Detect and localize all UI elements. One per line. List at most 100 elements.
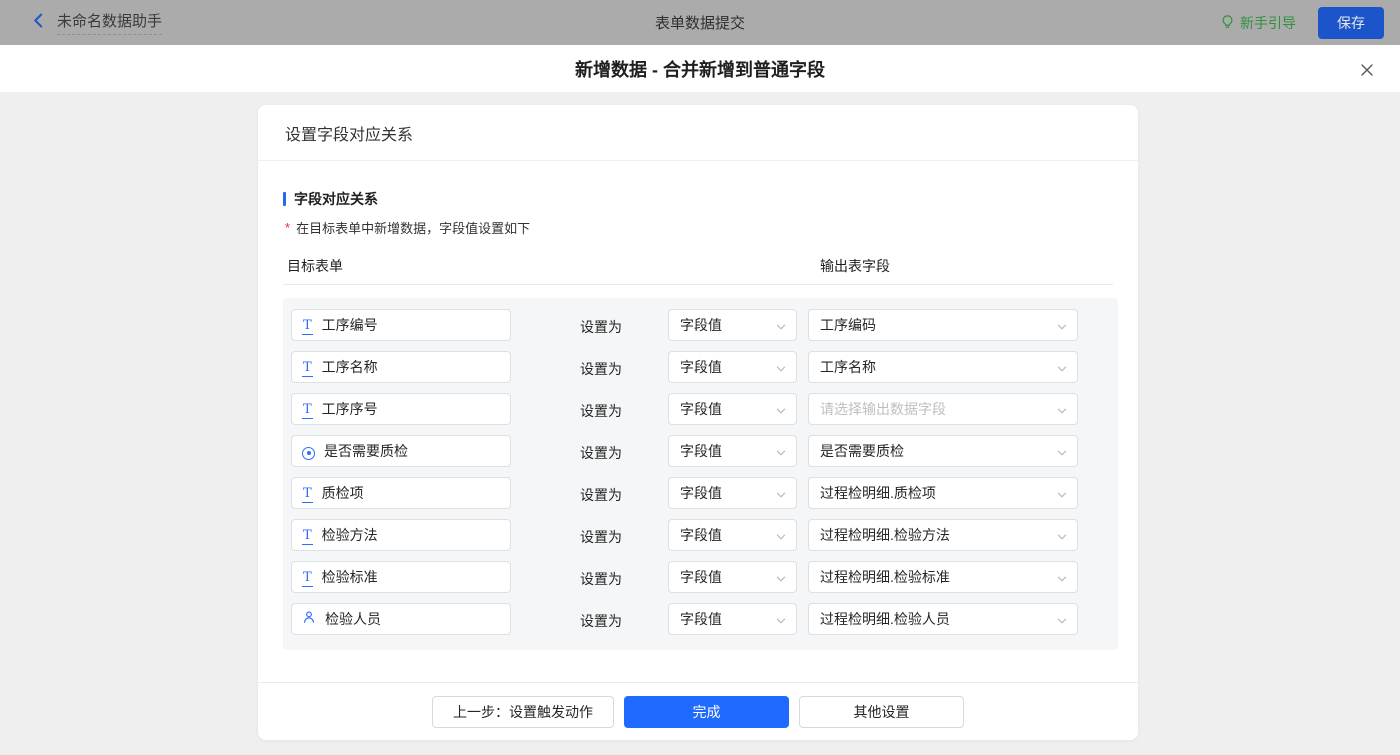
output-field-select[interactable]: 过程检明细.检验人员 <box>808 603 1078 635</box>
text-field-icon: T <box>302 570 313 587</box>
text-field-icon: T <box>302 402 313 419</box>
source-field-label: 检验标准 <box>322 567 378 587</box>
output-field-select[interactable]: 是否需要质检 <box>808 435 1078 467</box>
value-mode-select[interactable]: 字段值 <box>668 477 797 509</box>
value-mode-value: 字段值 <box>680 399 722 419</box>
source-field-box[interactable]: T 检验方法 <box>291 519 511 551</box>
output-field-select[interactable]: 请选择输出数据字段 <box>808 393 1078 425</box>
source-field-box[interactable]: T 工序名称 <box>291 351 511 383</box>
field-mapping-row: 是否需要质检 设置为 字段值 是否需要质检 <box>283 433 1118 475</box>
set-as-label: 设置为 <box>580 401 622 421</box>
card-footer: 上一步：设置触发动作 完成 其他设置 <box>258 682 1138 740</box>
column-headers: 目标表单 输出表字段 <box>283 256 1113 278</box>
field-type-icon: T <box>302 358 313 376</box>
value-mode-select[interactable]: 字段值 <box>668 351 797 383</box>
output-field-value: 过程检明细.检验方法 <box>820 525 950 545</box>
text-field-icon: T <box>302 486 313 503</box>
modal-header: 新增数据 - 合并新增到普通字段 <box>0 45 1400 93</box>
save-button[interactable]: 保存 <box>1318 7 1384 39</box>
previous-step-button[interactable]: 上一步：设置触发动作 <box>432 696 614 728</box>
chevron-down-icon <box>1056 572 1068 590</box>
chevron-down-icon <box>775 572 787 590</box>
value-mode-select[interactable]: 字段值 <box>668 561 797 593</box>
field-type-icon: T <box>302 400 313 418</box>
source-field-box[interactable]: T 质检项 <box>291 477 511 509</box>
output-field-value: 过程检明细.检验人员 <box>820 609 950 629</box>
value-mode-select[interactable]: 字段值 <box>668 519 797 551</box>
source-field-box[interactable]: T 检验标准 <box>291 561 511 593</box>
value-mode-select[interactable]: 字段值 <box>668 309 797 341</box>
set-as-label: 设置为 <box>580 359 622 379</box>
field-type-icon: T <box>302 568 313 586</box>
source-field-label: 检验方法 <box>322 525 378 545</box>
source-field-label: 检验人员 <box>325 609 381 629</box>
set-as-label: 设置为 <box>580 317 622 337</box>
column-header-target-form: 目标表单 <box>287 256 343 276</box>
field-mapping-panel: T 工序编号 设置为 字段值 工序编码 T 工序名称 设置为 字段值 <box>283 298 1118 650</box>
set-as-label: 设置为 <box>580 527 622 547</box>
output-field-select[interactable]: 工序编码 <box>808 309 1078 341</box>
field-mapping-row: T 质检项 设置为 字段值 过程检明细.质检项 <box>283 475 1118 517</box>
source-field-box[interactable]: T 工序序号 <box>291 393 511 425</box>
value-mode-select[interactable]: 字段值 <box>668 603 797 635</box>
value-mode-value: 字段值 <box>680 525 722 545</box>
value-mode-select[interactable]: 字段值 <box>668 435 797 467</box>
settings-card: 设置字段对应关系 字段对应关系 * 在目标表单中新增数据，字段值设置如下 目标表… <box>258 105 1138 740</box>
field-type-icon: T <box>302 316 313 334</box>
assistant-name[interactable]: 未命名数据助手 <box>57 10 162 35</box>
section-accent-bar <box>283 192 286 206</box>
finish-button[interactable]: 完成 <box>624 696 789 728</box>
source-field-box[interactable]: T 工序编号 <box>291 309 511 341</box>
field-type-icon: T <box>302 526 313 544</box>
back-button[interactable] <box>30 12 47 34</box>
beginner-guide-label: 新手引导 <box>1240 13 1296 33</box>
output-field-select[interactable]: 过程检明细.检验方法 <box>808 519 1078 551</box>
chevron-down-icon <box>775 614 787 632</box>
chevron-down-icon <box>1056 446 1068 464</box>
field-type-icon: T <box>302 484 313 502</box>
value-mode-value: 字段值 <box>680 567 722 587</box>
value-mode-select[interactable]: 字段值 <box>668 393 797 425</box>
value-mode-value: 字段值 <box>680 315 722 335</box>
output-field-select[interactable]: 过程检明细.检验标准 <box>808 561 1078 593</box>
value-mode-value: 字段值 <box>680 441 722 461</box>
text-field-icon: T <box>302 318 313 335</box>
field-mapping-row: 检验人员 设置为 字段值 过程检明细.检验人员 <box>283 601 1118 643</box>
value-mode-value: 字段值 <box>680 357 722 377</box>
output-field-select[interactable]: 工序名称 <box>808 351 1078 383</box>
close-icon[interactable] <box>1356 59 1378 81</box>
chevron-down-icon <box>1056 320 1068 338</box>
output-field-value: 过程检明细.质检项 <box>820 483 936 503</box>
output-field-value: 工序名称 <box>820 357 876 377</box>
field-mapping-row: T 工序名称 设置为 字段值 工序名称 <box>283 349 1118 391</box>
chevron-down-icon <box>1056 530 1068 548</box>
value-mode-value: 字段值 <box>680 609 722 629</box>
chevron-down-icon <box>775 530 787 548</box>
source-field-box[interactable]: 检验人员 <box>291 603 511 635</box>
header-divider <box>283 284 1113 285</box>
field-mapping-row: T 检验标准 设置为 字段值 过程检明细.检验标准 <box>283 559 1118 601</box>
field-type-icon <box>302 442 315 460</box>
output-field-select[interactable]: 过程检明细.质检项 <box>808 477 1078 509</box>
field-type-icon <box>302 610 316 629</box>
chevron-down-icon <box>775 488 787 506</box>
source-field-box[interactable]: 是否需要质检 <box>291 435 511 467</box>
beginner-guide-link[interactable]: 新手引导 <box>1220 13 1296 33</box>
source-field-label: 工序名称 <box>322 357 378 377</box>
output-field-value: 工序编码 <box>820 315 876 335</box>
chevron-down-icon <box>775 446 787 464</box>
other-settings-button[interactable]: 其他设置 <box>799 696 964 728</box>
chevron-down-icon <box>1056 614 1068 632</box>
chevron-down-icon <box>1056 404 1068 422</box>
output-field-value: 过程检明细.检验标准 <box>820 567 950 587</box>
set-as-label: 设置为 <box>580 485 622 505</box>
section-title: 字段对应关系 <box>283 189 1113 209</box>
chevron-down-icon <box>1056 362 1068 380</box>
source-field-label: 是否需要质检 <box>324 441 408 461</box>
chevron-down-icon <box>775 404 787 422</box>
value-mode-value: 字段值 <box>680 483 722 503</box>
source-field-label: 质检项 <box>322 483 364 503</box>
output-field-value: 是否需要质检 <box>820 441 904 461</box>
card-header-title: 设置字段对应关系 <box>258 105 1138 161</box>
field-mapping-row: T 工序序号 设置为 字段值 请选择输出数据字段 <box>283 391 1118 433</box>
